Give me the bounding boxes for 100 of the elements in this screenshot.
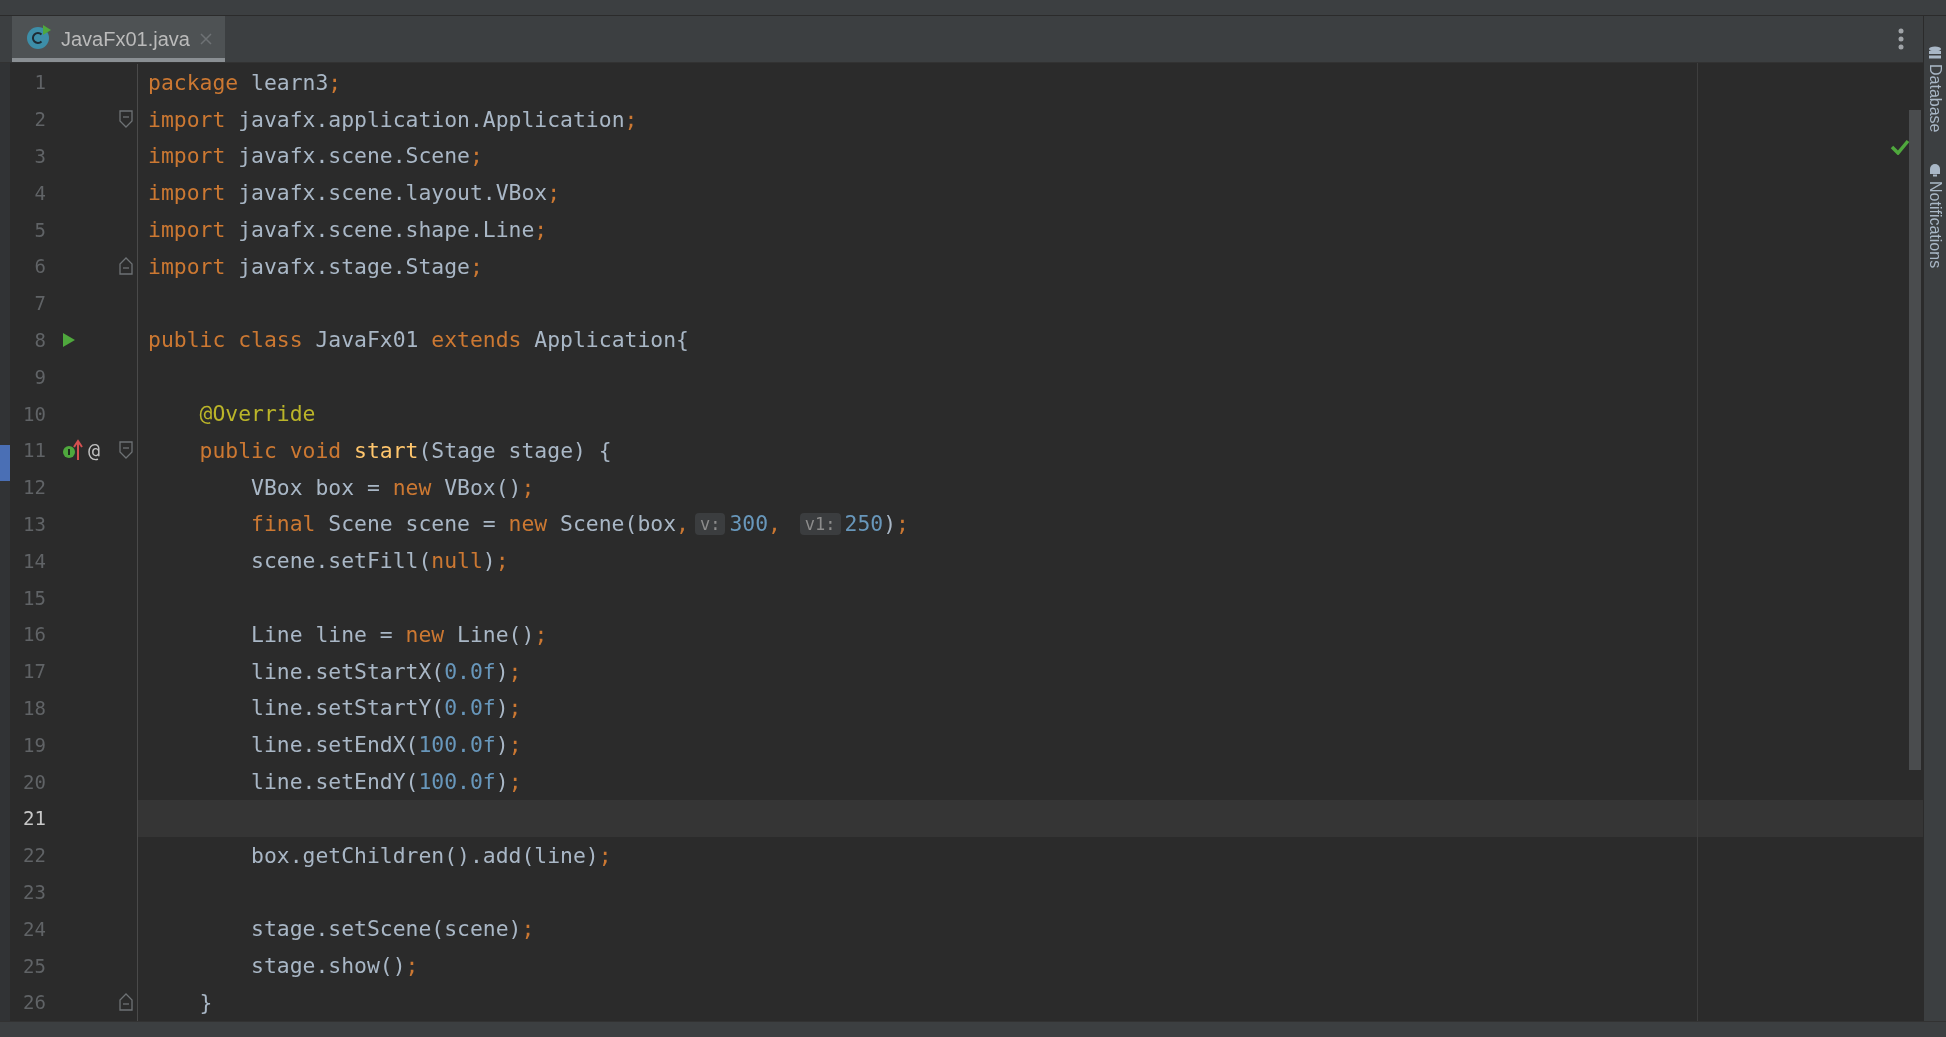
code-text: learn3: [251, 69, 329, 95]
code-text: }: [198, 989, 213, 1015]
more-options-icon[interactable]: [1897, 28, 1905, 50]
code-text: Scene(box: [560, 511, 676, 537]
code-text: 100.0f: [418, 732, 496, 758]
code-text: ;: [521, 916, 535, 942]
line-number: 12: [22, 476, 47, 499]
line-number: 16: [22, 623, 47, 646]
code-text: line.setEndY(: [250, 769, 419, 795]
code-text: 100.0f: [418, 769, 496, 795]
line-number: 11: [22, 439, 47, 462]
code-text: 0.0f: [444, 695, 496, 721]
line-number: 15: [22, 586, 47, 609]
code-text: javafx.scene.shape.Line: [238, 217, 535, 243]
side-panel-button[interactable]: Database: [1926, 46, 1944, 133]
code-text: Scene scene =: [328, 511, 497, 537]
fold-icon[interactable]: [119, 993, 133, 1012]
code-text: new: [392, 474, 433, 500]
fold-icon[interactable]: [119, 441, 133, 460]
code-text: 0.0f: [444, 658, 496, 684]
code-text: (Stage stage) {: [418, 437, 612, 463]
annotation-marker[interactable]: @: [88, 438, 101, 463]
code-text: ,: [768, 511, 782, 537]
code-text: @Override: [198, 401, 316, 427]
parameter-hint: v1:: [799, 512, 841, 535]
line-number: 23: [22, 880, 47, 903]
line-number: 1: [33, 71, 47, 94]
code-text: ;: [624, 106, 638, 132]
code-text: extends: [431, 327, 523, 353]
code-text: ;: [508, 732, 522, 758]
close-icon[interactable]: [198, 32, 213, 46]
run-icon[interactable]: [62, 331, 76, 348]
code-text: public void: [198, 437, 343, 463]
line-number: 25: [22, 954, 47, 977]
code-text: stage.show(): [250, 953, 406, 978]
line-number: 2: [33, 108, 47, 131]
code-text: JavaFx01: [315, 327, 420, 353]
code-text: package: [148, 69, 240, 95]
check-icon: [1890, 139, 1910, 155]
change-marker: [0, 445, 10, 481]
code-text: line.setStartX(: [250, 658, 445, 684]
code-text: ;: [598, 842, 612, 868]
code-text: line.setStartY(: [250, 695, 445, 721]
code-text: public class: [148, 327, 304, 353]
code-text: ): [883, 511, 897, 537]
code-text: final: [250, 511, 317, 537]
line-number: 21: [22, 807, 47, 830]
code-text: box.getChildren().add(line): [250, 842, 599, 868]
code-text: javafx.stage.Stage: [238, 253, 470, 279]
code-text: javafx.application.Application: [238, 106, 625, 132]
line-number: 13: [22, 512, 47, 535]
code-text: 250: [844, 511, 884, 537]
database-icon: [1928, 46, 1942, 60]
class-icon: [26, 24, 52, 50]
line-number: 22: [22, 844, 47, 867]
code-text: ): [495, 658, 509, 684]
line-number: 5: [33, 218, 47, 241]
code-text: null: [431, 548, 483, 574]
code-text: ;: [508, 658, 522, 684]
bell-icon: [1928, 162, 1942, 177]
code-text: import: [148, 253, 227, 279]
code-text: ): [495, 695, 509, 721]
side-panel-button[interactable]: Notifications: [1926, 162, 1944, 268]
line-number: 3: [33, 145, 47, 167]
code-text: stage.setScene(scene): [250, 916, 522, 942]
code-text: ;: [547, 180, 561, 206]
line-number: 17: [22, 660, 47, 683]
code-text: Line line =: [250, 621, 394, 647]
code-text: VBox box =: [250, 474, 381, 500]
code-text: ;: [405, 953, 419, 978]
code-text: javafx.scene.Scene: [238, 143, 470, 169]
code-text: line.setEndX(: [250, 732, 419, 758]
code-text: ;: [469, 143, 483, 169]
fold-icon[interactable]: [119, 257, 133, 276]
line-number: 9: [33, 365, 47, 388]
code-text: 300: [729, 511, 769, 537]
code-text: ;: [534, 217, 548, 243]
scrollbar[interactable]: [1909, 110, 1921, 770]
code-text: import: [148, 217, 227, 243]
file-tab[interactable]: JavaFx01.java: [12, 16, 225, 62]
code-text: ;: [495, 548, 509, 574]
code-text: new: [508, 511, 549, 537]
code-text: ;: [508, 695, 522, 721]
code-text: ;: [469, 253, 483, 279]
implements-icon[interactable]: [62, 439, 84, 462]
code-text: ;: [521, 474, 535, 500]
code-text: ): [482, 548, 496, 574]
code-text: ,: [676, 511, 689, 537]
code-text: scene.setFill(: [250, 548, 432, 574]
parameter-hint: v:: [694, 512, 726, 535]
fold-icon[interactable]: [119, 110, 133, 129]
code-text: ;: [508, 769, 522, 795]
code-text: VBox(): [444, 474, 522, 500]
code-text: new: [405, 621, 446, 647]
line-number: 20: [22, 770, 47, 793]
code-text: ): [495, 769, 509, 795]
code-text: import: [148, 143, 227, 169]
line-number: 4: [33, 181, 47, 204]
code-text: ;: [896, 511, 909, 537]
line-number: 18: [22, 696, 47, 719]
